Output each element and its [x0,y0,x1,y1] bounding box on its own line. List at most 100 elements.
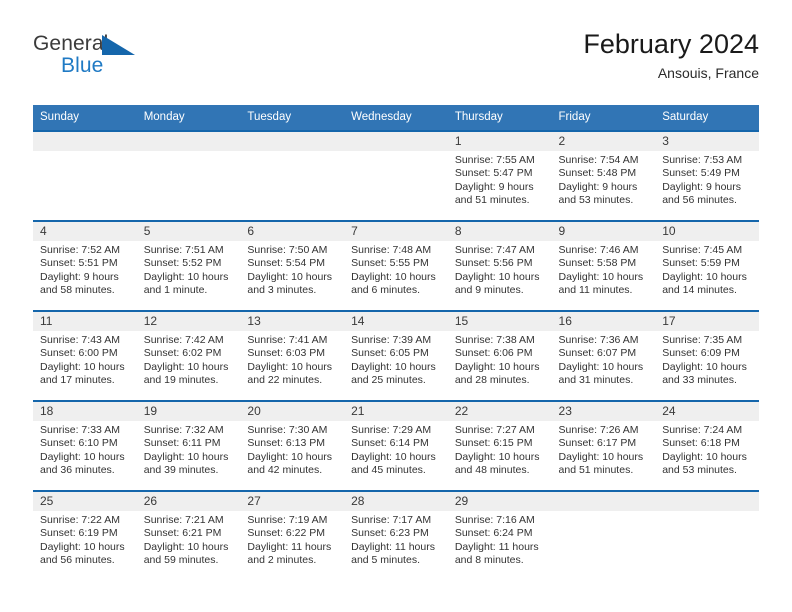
calendar-day-cell[interactable]: 22 Sunrise: 7:27 AM Sunset: 6:15 PM Dayligh… [447,402,552,490]
logo-general-blue[interactable]: General Blue [33,32,163,88]
calendar-day-cell[interactable]: 14 Sunrise: 7:39 AM Sunset: 6:05 PM Dayligh… [344,312,448,400]
sunrise-text: Sunrise: 7:24 AM [662,424,743,436]
calendar-day-cell[interactable]: 12 Sunrise: 7:42 AM Sunset: 6:02 PM Dayligh… [136,312,241,400]
daylight-text: Daylight: 9 hours and 51 minutes. [454,180,534,207]
daylight-text: Daylight: 10 hours and 45 minutes. [351,450,436,477]
day-number: 23 [551,402,656,421]
daylight-text: Daylight: 9 hours and 53 minutes. [558,180,638,207]
triangle-icon [102,35,135,55]
day-info: Sunrise: 7:55 AM Sunset: 5:47 PM Daylight:… [448,151,552,208]
weekday-header-wednesday: Wednesday [351,111,412,123]
sunset-text: Sunset: 6:15 PM [454,437,533,450]
daylight-text: Daylight: 10 hours and 22 minutes. [247,360,333,387]
day-number: 9 [551,222,656,241]
day-number: 26 [136,492,241,511]
day-info: Sunrise: 7:54 AM Sunset: 5:48 PM Daylight:… [552,151,656,208]
day-number [655,492,759,511]
calendar-day-cell[interactable]: 13 Sunrise: 7:41 AM Sunset: 6:03 PM Dayligh… [240,312,345,400]
day-info: Sunrise: 7:16 AM Sunset: 6:24 PM Daylight:… [448,511,552,568]
daylight-text: Daylight: 10 hours and 28 minutes. [454,360,540,387]
sunrise-text: Sunrise: 7:41 AM [247,334,328,346]
sunrise-text: Sunrise: 7:19 AM [247,514,328,526]
sunset-text: Sunset: 6:23 PM [351,527,429,540]
sunrise-text: Sunrise: 7:35 AM [662,334,743,346]
calendar-day-cell[interactable]: 17 Sunrise: 7:35 AM Sunset: 6:09 PM Dayligh… [655,312,759,400]
sunset-text: Sunset: 6:11 PM [143,437,221,450]
calendar-day-cell[interactable]: 8 Sunrise: 7:47 AM Sunset: 5:56 PM Daylight… [447,222,552,310]
calendar-day-cell[interactable]: 28 Sunrise: 7:17 AM Sunset: 6:23 PM Dayligh… [344,492,448,580]
sunset-text: Sunset: 6:24 PM [454,527,533,540]
calendar-day-cell[interactable]: 6 Sunrise: 7:50 AM Sunset: 5:54 PM Daylight… [240,222,345,310]
sunrise-text: Sunrise: 7:38 AM [454,334,535,346]
page-header: General Blue February 2024 Ansouis, Fran… [33,28,759,90]
sunrise-text: Sunrise: 7:16 AM [454,514,535,526]
sunrise-text: Sunrise: 7:43 AM [40,334,120,346]
calendar-day-cell[interactable]: 15 Sunrise: 7:38 AM Sunset: 6:06 PM Dayligh… [447,312,552,400]
sunset-text: Sunset: 6:00 PM [40,347,118,360]
weekday-header-monday: Monday [143,111,185,123]
calendar-day-cell[interactable]: 18 Sunrise: 7:33 AM Sunset: 6:10 PM Dayligh… [33,402,137,490]
calendar-day-cell[interactable]: 26 Sunrise: 7:21 AM Sunset: 6:21 PM Dayligh… [136,492,241,580]
day-number: 19 [136,402,241,421]
daylight-text: Daylight: 10 hours and 1 minute. [143,270,229,297]
sunset-text: Sunset: 6:21 PM [143,527,222,540]
sunset-text: Sunset: 5:56 PM [454,257,533,270]
calendar-day-cell[interactable]: 10 Sunrise: 7:45 AM Sunset: 5:59 PM Dayligh… [655,222,759,310]
calendar-day-cell[interactable]: 2 Sunrise: 7:54 AM Sunset: 5:48 PM Daylight… [551,132,656,220]
day-number: 11 [33,312,137,331]
daylight-text: Daylight: 10 hours and 11 minutes. [558,270,644,297]
calendar-day-cell[interactable]: 29 Sunrise: 7:16 AM Sunset: 6:24 PM Dayligh… [447,492,552,580]
sunrise-text: Sunrise: 7:54 AM [558,154,639,166]
day-number: 25 [33,492,137,511]
sunset-text: Sunset: 6:03 PM [247,347,326,360]
daylight-text: Daylight: 10 hours and 42 minutes. [247,450,333,477]
day-number [136,132,241,151]
calendar-day-cell[interactable]: 24 Sunrise: 7:24 AM Sunset: 6:18 PM Dayligh… [655,402,759,490]
sunrise-text: Sunrise: 7:17 AM [351,514,432,526]
day-number: 17 [655,312,759,331]
calendar-day-cell[interactable]: 3 Sunrise: 7:53 AM Sunset: 5:49 PM Daylight… [655,132,759,220]
calendar-day-cell[interactable]: 20 Sunrise: 7:30 AM Sunset: 6:13 PM Dayligh… [240,402,345,490]
day-number: 12 [136,312,241,331]
day-info: Sunrise: 7:36 AM Sunset: 6:07 PM Daylight:… [552,331,656,388]
calendar-day-cell[interactable]: 27 Sunrise: 7:19 AM Sunset: 6:22 PM Dayligh… [240,492,345,580]
daylight-text: Daylight: 11 hours and 5 minutes. [351,540,435,567]
sunset-text: Sunset: 6:07 PM [558,347,637,360]
sunrise-text: Sunrise: 7:52 AM [40,244,120,256]
page-location: Ansouis, France [657,65,759,81]
calendar-day-cell[interactable]: 1 Sunrise: 7:55 AM Sunset: 5:47 PM Daylight… [447,132,552,220]
calendar-week-row: 4 Sunrise: 7:52 AM Sunset: 5:51 PM Daylight… [33,220,759,310]
daylight-text: Daylight: 10 hours and 33 minutes. [662,360,747,387]
sunrise-text: Sunrise: 7:53 AM [662,154,743,166]
calendar-day-cell[interactable]: 21 Sunrise: 7:29 AM Sunset: 6:14 PM Dayligh… [344,402,448,490]
calendar-day-cell[interactable]: 7 Sunrise: 7:48 AM Sunset: 5:55 PM Daylight… [344,222,448,310]
day-info: Sunrise: 7:39 AM Sunset: 6:05 PM Daylight:… [344,331,448,388]
sunset-text: Sunset: 5:47 PM [454,167,533,180]
day-number: 14 [344,312,448,331]
calendar-day-cell[interactable]: 23 Sunrise: 7:26 AM Sunset: 6:17 PM Dayligh… [551,402,656,490]
calendar-day-cell[interactable]: 5 Sunrise: 7:51 AM Sunset: 5:52 PM Daylight… [136,222,241,310]
calendar-empty-cell [344,132,448,220]
calendar-week-row: 11 Sunrise: 7:43 AM Sunset: 6:00 PM Dayligh… [33,310,759,400]
sunrise-text: Sunrise: 7:48 AM [351,244,432,256]
calendar-day-cell[interactable]: 11 Sunrise: 7:43 AM Sunset: 6:00 PM Dayligh… [33,312,137,400]
daylight-text: Daylight: 10 hours and 6 minutes. [351,270,436,297]
daylight-text: Daylight: 10 hours and 56 minutes. [40,540,125,567]
sunrise-text: Sunrise: 7:21 AM [143,514,224,526]
calendar-day-cell[interactable]: 16 Sunrise: 7:36 AM Sunset: 6:07 PM Dayligh… [551,312,656,400]
calendar-day-cell[interactable]: 19 Sunrise: 7:32 AM Sunset: 6:11 PM Dayligh… [136,402,241,490]
calendar-day-cell[interactable]: 4 Sunrise: 7:52 AM Sunset: 5:51 PM Daylight… [33,222,137,310]
calendar-week-row: 25 Sunrise: 7:22 AM Sunset: 6:19 PM Dayligh… [33,490,759,580]
day-info: Sunrise: 7:38 AM Sunset: 6:06 PM Daylight:… [448,331,552,388]
calendar-day-cell[interactable]: 9 Sunrise: 7:46 AM Sunset: 5:58 PM Daylight… [551,222,656,310]
sunset-text: Sunset: 5:58 PM [558,257,637,270]
calendar-day-cell[interactable]: 25 Sunrise: 7:22 AM Sunset: 6:19 PM Dayligh… [33,492,137,580]
sunset-text: Sunset: 6:17 PM [558,437,637,450]
sunrise-text: Sunrise: 7:46 AM [558,244,639,256]
weekday-header-row: Sunday Monday Tuesday Wednesday Thursday… [33,105,759,130]
day-number [344,132,448,151]
sunrise-text: Sunrise: 7:45 AM [662,244,743,256]
calendar-weeks: 1 Sunrise: 7:55 AM Sunset: 5:47 PM Daylight… [33,130,759,580]
sunset-text: Sunset: 5:52 PM [143,257,222,270]
day-info: Sunrise: 7:52 AM Sunset: 5:51 PM Daylight:… [33,241,137,298]
